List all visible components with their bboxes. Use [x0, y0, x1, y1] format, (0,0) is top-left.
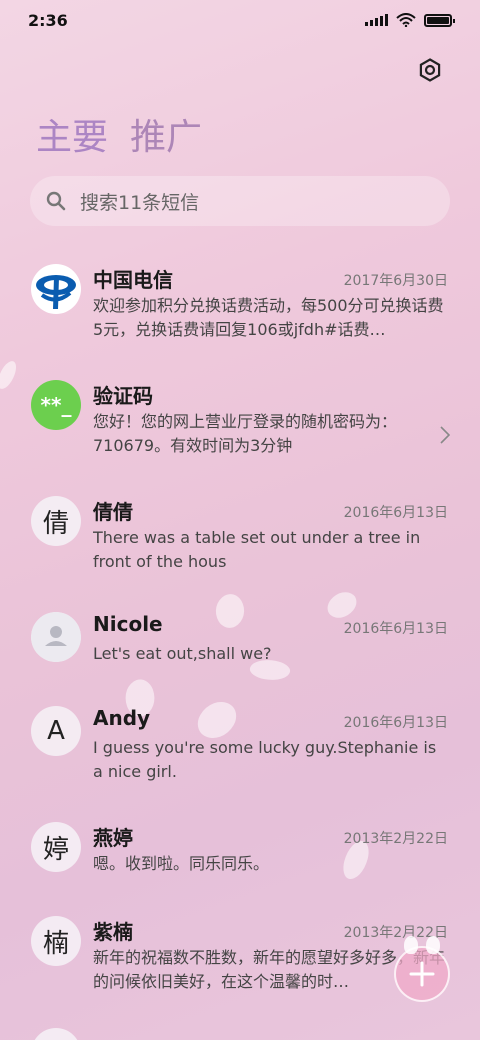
avatar-text: 楠 [42, 928, 69, 959]
search-input[interactable]: 搜索11条短信 [30, 176, 450, 226]
conversation-item[interactable]: **_ 验证码 您好！您的网上营业厅登录的随机密码为：710679。有效时间为3… [0, 370, 480, 486]
avatar-text: **_ [40, 393, 72, 417]
avatar-text: A [47, 716, 65, 746]
wifi-icon [396, 13, 416, 27]
person-icon [31, 612, 81, 662]
conversation-preview: 您好！您的网上营业厅登录的随机密码为：710679。有效时间为3分钟 [93, 412, 398, 455]
avatar: 婷 [31, 822, 81, 872]
chevron-right-icon[interactable] [440, 426, 450, 444]
conversation-item[interactable]: A Andy 2016年6月13日 I guess you're some lu… [0, 696, 480, 790]
avatar: **_ [31, 380, 81, 430]
tab-promotions[interactable]: 推广 [130, 108, 202, 160]
new-message-button[interactable] [394, 936, 450, 1002]
conversation-item[interactable]: 中国电信 2017年6月30日 欢迎参加积分兑换话费活动，每500分可兑换话费5… [0, 254, 480, 370]
conversation-name: 倩倩 [93, 500, 133, 524]
avatar: A [31, 706, 81, 756]
conversation-name: 紫楠 [93, 920, 133, 944]
avatar [31, 612, 81, 662]
conversation-preview: Let's eat out,shall we? [93, 644, 272, 663]
conversation-name: 燕婷 [93, 826, 133, 850]
settings-button[interactable] [414, 54, 446, 86]
battery-icon [424, 13, 455, 27]
avatar-text: 倩 [42, 508, 69, 539]
conversation-date: 2017年6月30日 [343, 273, 448, 289]
status-time: 2:36 [28, 10, 68, 30]
conversation-preview: I guess you're some lucky guy.Stephanie … [93, 738, 437, 781]
conversation-date: 2016年6月13日 [343, 621, 448, 637]
avatar [31, 264, 81, 314]
avatar-text: 婷 [42, 834, 69, 865]
conversation-name: Andy [93, 706, 151, 730]
tab-bar: 主要 推广 [36, 108, 202, 160]
conversation-date: 2013年2月22日 [343, 831, 448, 847]
avatar-partial [31, 1028, 81, 1040]
conversation-preview: 嗯。收到啦。同乐同乐。 [93, 854, 270, 873]
conversation-item[interactable]: 倩 倩倩 2016年6月13日 There was a table set ou… [0, 486, 480, 602]
conversation-preview: There was a table set out under a tree i… [93, 528, 421, 571]
signal-icon [365, 14, 388, 26]
conversation-name: Nicole [93, 612, 163, 636]
search-icon [46, 191, 66, 211]
status-bar: 2:36 [0, 0, 480, 40]
avatar: 楠 [31, 916, 81, 966]
conversation-item[interactable]: 婷 燕婷 2013年2月22日 嗯。收到啦。同乐同乐。 [0, 812, 480, 906]
conversation-name: 验证码 [93, 384, 153, 408]
plus-icon [409, 961, 435, 987]
tab-primary[interactable]: 主要 [36, 108, 108, 160]
search-placeholder: 搜索11条短信 [80, 191, 200, 214]
gear-icon [419, 58, 441, 82]
conversation-preview: 欢迎参加积分兑换话费活动，每500分可兑换话费5元，兑换话费请回复106或jfd… [93, 296, 444, 339]
china-telecom-logo-icon [33, 266, 79, 312]
conversation-date: 2016年6月13日 [343, 505, 448, 521]
status-icons [365, 13, 455, 27]
avatar: 倩 [31, 496, 81, 546]
conversation-name: 中国电信 [93, 268, 173, 292]
conversation-date: 2016年6月13日 [343, 715, 448, 731]
conversation-list: 中国电信 2017年6月30日 欢迎参加积分兑换话费活动，每500分可兑换话费5… [0, 254, 480, 1022]
